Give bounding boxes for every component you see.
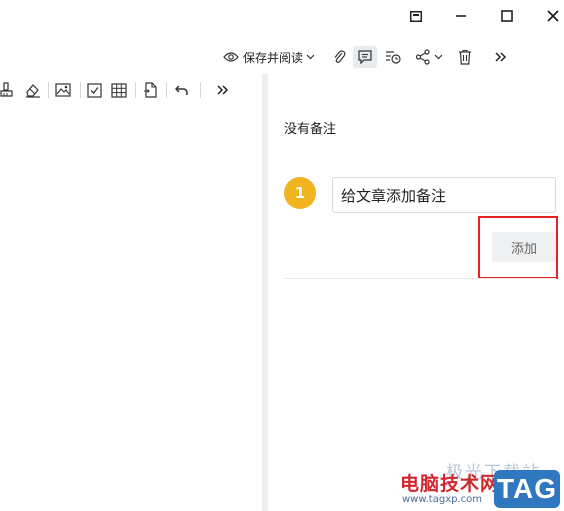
watermark-site-name: 电脑技术网 — [400, 473, 501, 495]
note-input-value: 给文章添加备注 — [341, 186, 447, 205]
share-icon — [415, 49, 431, 65]
image-icon[interactable] — [53, 80, 73, 100]
attachment-icon[interactable] — [328, 46, 350, 68]
maximize-icon[interactable] — [496, 6, 518, 26]
close-icon[interactable] — [542, 6, 564, 26]
save-and-read-button[interactable]: 保存并阅读 — [220, 46, 318, 68]
toolbar-divider — [48, 82, 49, 98]
more-icon[interactable] — [214, 80, 232, 100]
save-and-read-label: 保存并阅读 — [242, 50, 303, 65]
no-notes-text: 没有备注 — [284, 122, 337, 137]
delete-icon[interactable] — [454, 46, 476, 68]
toolbar-divider — [135, 82, 136, 98]
table-icon[interactable] — [109, 80, 129, 100]
comment-icon[interactable] — [353, 46, 377, 68]
toolbar-divider — [80, 82, 81, 98]
chevron-down-icon — [434, 54, 443, 60]
history-icon[interactable] — [381, 46, 405, 68]
highlight-box — [478, 216, 558, 279]
watermark-tag-logo: TAG — [494, 470, 560, 508]
share-button[interactable] — [411, 46, 447, 68]
note-input[interactable]: 给文章添加备注 — [332, 177, 556, 213]
notes-separator — [284, 278, 556, 279]
step-number-badge: 1 — [284, 177, 316, 209]
undo-icon[interactable] — [172, 80, 192, 100]
restore-window-icon[interactable] — [405, 6, 427, 26]
toolbar-divider — [166, 82, 167, 98]
watermark-url: www.tagxp.com — [402, 494, 482, 505]
minimize-icon[interactable] — [450, 6, 472, 26]
panel-divider[interactable] — [262, 74, 268, 511]
eraser-icon[interactable] — [22, 80, 42, 100]
insert-file-icon[interactable] — [141, 80, 159, 100]
toolbar-divider — [200, 82, 201, 98]
more-icon[interactable] — [492, 46, 510, 68]
checkbox-icon[interactable] — [85, 80, 103, 100]
chevron-down-icon — [306, 54, 315, 60]
eye-icon — [223, 51, 239, 63]
format-painter-icon[interactable] — [0, 80, 14, 100]
